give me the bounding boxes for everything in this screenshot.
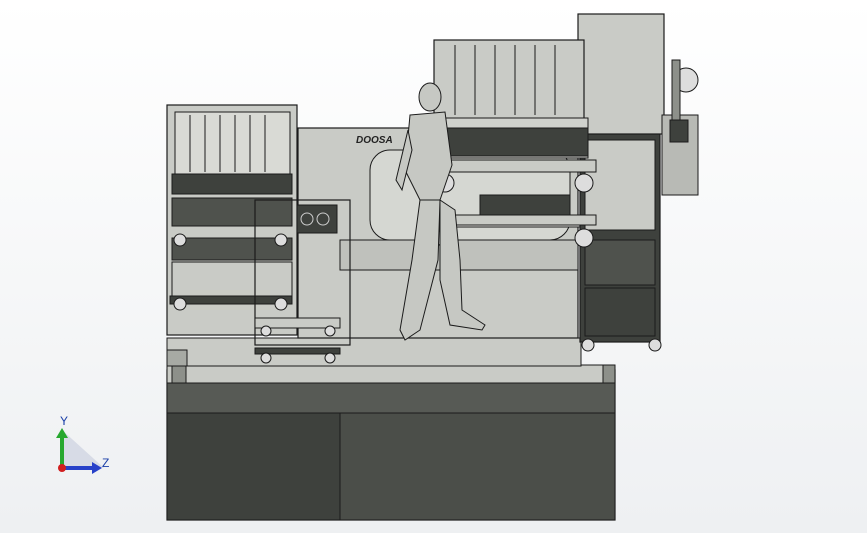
axis-z-label: Z <box>102 456 110 470</box>
axis-y-label: Y <box>60 414 69 428</box>
brand-label: DOOSA <box>356 135 393 146</box>
upper-rack <box>433 39 585 121</box>
floor-plate <box>166 337 582 367</box>
cad-viewport[interactable]: DOOSA Y Z <box>0 0 867 533</box>
base-door <box>339 412 616 521</box>
machine-assembly-model[interactable]: DOOSA <box>0 0 867 533</box>
